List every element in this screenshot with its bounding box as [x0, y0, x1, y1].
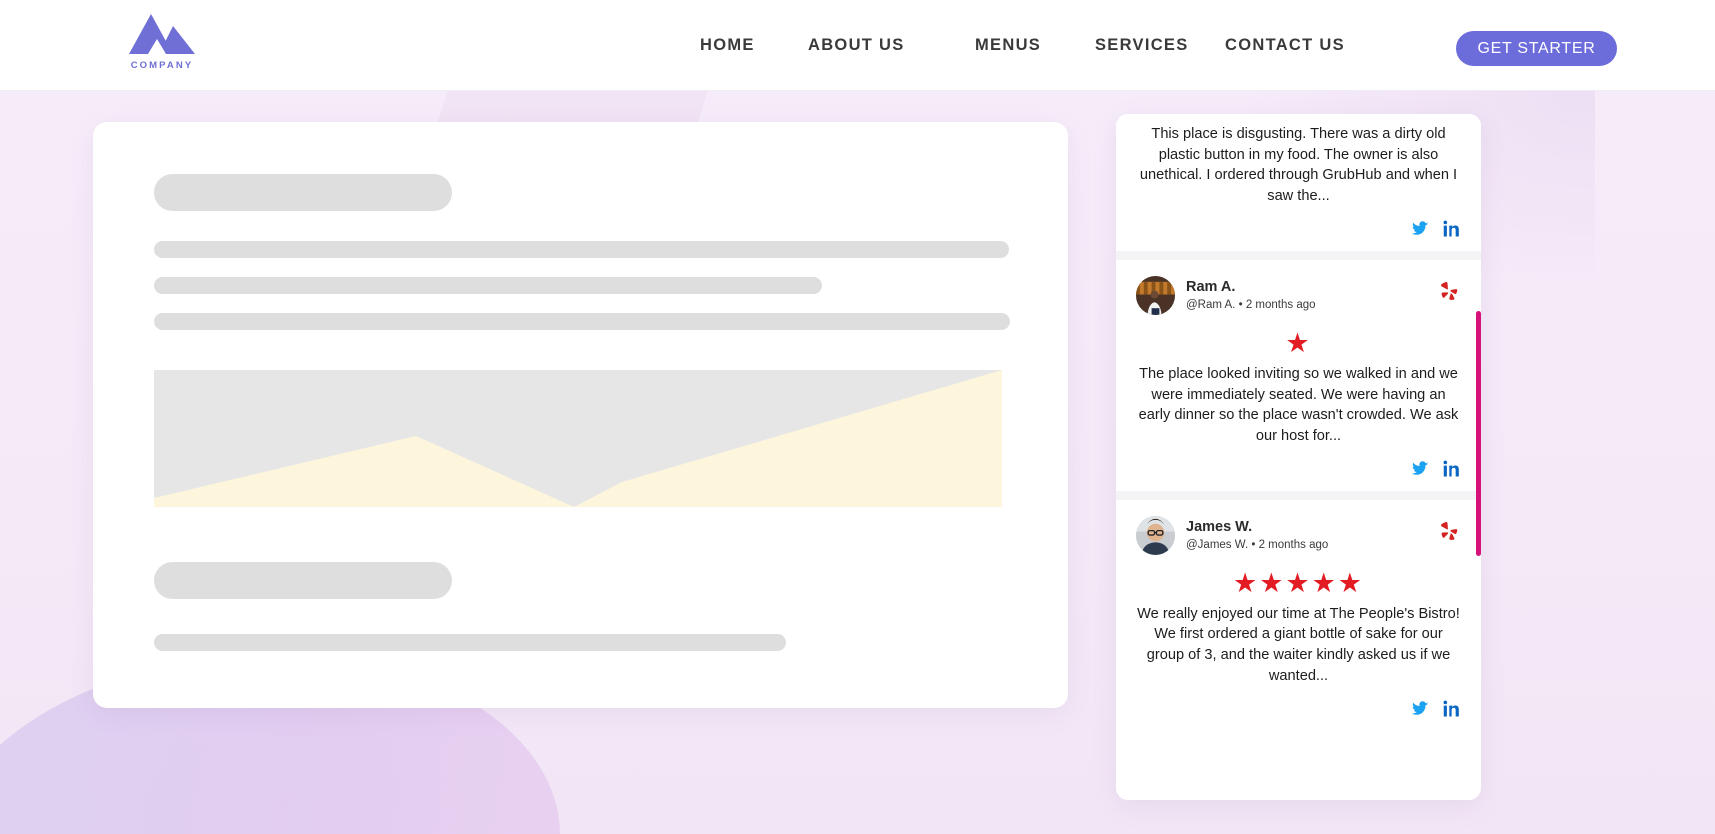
- review-header: James W. @James W. • 2 months ago: [1136, 514, 1461, 558]
- brand-wordmark: COMPANY: [130, 60, 194, 71]
- review-rating-stars: ★★★★★: [1232, 567, 1365, 598]
- skeleton-line-3: [154, 313, 1010, 330]
- nav-item-menus[interactable]: MENUS: [975, 36, 1041, 55]
- reviews-scrollbar-track[interactable]: [1476, 114, 1481, 800]
- skeleton-line-4: [154, 634, 786, 651]
- review-author-block: James W. @James W. • 2 months ago: [1186, 518, 1328, 553]
- brand-logo[interactable]: COMPANY: [117, 12, 207, 78]
- skeleton-line-2: [154, 277, 822, 294]
- review-time: 2 months ago: [1258, 539, 1329, 552]
- nav-item-about-us[interactable]: ABOUT US: [808, 36, 905, 55]
- review-text: We really enjoyed our time at The People…: [1137, 605, 1460, 684]
- linkedin-icon[interactable]: [1443, 700, 1461, 718]
- review-rating-stars: ★: [1285, 327, 1312, 358]
- page-root: COMPANY HOME ABOUT US MENUS SERVICES CON…: [0, 0, 1715, 834]
- skeleton-heading-2: [154, 562, 452, 599]
- yelp-icon[interactable]: [1437, 518, 1461, 544]
- review-card-partial: This place is disgusting. There was a di…: [1116, 114, 1481, 251]
- linkedin-icon[interactable]: [1443, 220, 1461, 238]
- review-meta-separator: •: [1251, 539, 1256, 552]
- twitter-icon[interactable]: [1411, 220, 1429, 238]
- content-placeholder-card: [93, 122, 1068, 708]
- review-share-row: [1136, 459, 1461, 479]
- review-handle: @James W.: [1186, 539, 1249, 552]
- skeleton-image-placeholder: [154, 370, 1002, 507]
- review-meta: @James W. • 2 months ago: [1186, 538, 1328, 553]
- top-navigation-bar: COMPANY HOME ABOUT US MENUS SERVICES CON…: [0, 0, 1715, 91]
- reviews-widget: This place is disgusting. There was a di…: [1116, 114, 1481, 800]
- review-share-row: [1136, 219, 1461, 239]
- review-card: James W. @James W. • 2 months ago ★★★★★ …: [1116, 490, 1481, 731]
- nav-item-home[interactable]: HOME: [700, 36, 755, 55]
- twitter-icon[interactable]: [1411, 700, 1429, 718]
- review-meta: @Ram A. • 2 months ago: [1186, 298, 1316, 313]
- review-card: Ram A. @Ram A. • 2 months ago ★ The plac…: [1116, 250, 1481, 491]
- yelp-icon[interactable]: [1437, 278, 1461, 304]
- twitter-icon[interactable]: [1411, 460, 1429, 478]
- review-text: The place looked inviting so we walked i…: [1138, 365, 1459, 445]
- reviews-scroll-area[interactable]: This place is disgusting. There was a di…: [1116, 114, 1481, 800]
- review-header: Ram A. @Ram A. • 2 months ago: [1136, 274, 1461, 318]
- nav-item-contact-us[interactable]: CONTACT US: [1225, 36, 1345, 55]
- review-author-block: Ram A. @Ram A. • 2 months ago: [1186, 278, 1316, 313]
- nav-item-services[interactable]: SERVICES: [1095, 36, 1189, 55]
- skeleton-line-1: [154, 241, 1009, 258]
- page-canvas: This place is disgusting. There was a di…: [0, 91, 1715, 834]
- review-text: This place is disgusting. There was a di…: [1139, 126, 1458, 205]
- avatar: [1136, 516, 1175, 556]
- review-author-name: Ram A.: [1186, 279, 1236, 296]
- review-time: 2 months ago: [1245, 299, 1316, 312]
- review-meta-separator: •: [1238, 299, 1243, 312]
- avatar: [1136, 276, 1175, 316]
- linkedin-icon[interactable]: [1443, 460, 1461, 478]
- review-share-row: [1136, 699, 1461, 719]
- review-handle: @Ram A.: [1186, 299, 1236, 312]
- get-started-button[interactable]: GET STARTER: [1456, 31, 1617, 66]
- skeleton-heading-1: [154, 174, 452, 211]
- reviews-scrollbar-thumb[interactable]: [1476, 311, 1481, 556]
- review-author-name: James W.: [1186, 519, 1253, 536]
- mountain-logo-icon: [129, 12, 195, 56]
